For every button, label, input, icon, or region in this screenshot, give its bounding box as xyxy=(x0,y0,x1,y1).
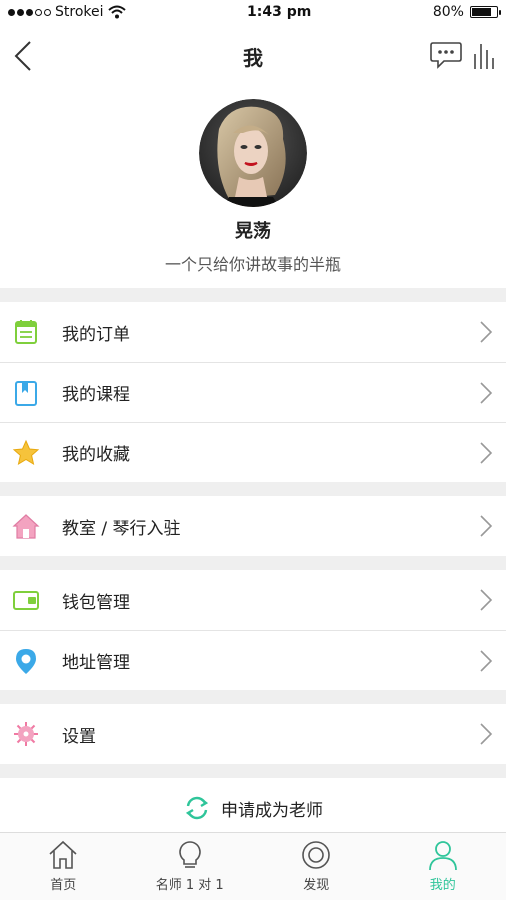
menu-label-settings: 设置 xyxy=(62,726,96,747)
location-pin-icon xyxy=(16,648,36,674)
back-icon[interactable] xyxy=(10,38,40,74)
profile-bio: 一个只给你讲故事的半瓶 xyxy=(164,255,341,274)
target-icon xyxy=(302,841,331,869)
menu-item-address[interactable]: 地址管理 xyxy=(0,630,506,690)
calendar-icon xyxy=(15,320,37,344)
section-divider xyxy=(0,764,506,778)
battery-icon xyxy=(469,6,501,18)
nav-bar: 我 xyxy=(0,24,506,88)
chevron-right-icon xyxy=(480,381,493,404)
menu-label-address: 地址管理 xyxy=(62,653,130,673)
tab-discover[interactable]: 发现 xyxy=(253,833,380,900)
chevron-right-icon xyxy=(480,589,493,611)
menu-item-settings[interactable]: 设置 xyxy=(0,704,506,764)
chevron-right-icon xyxy=(480,649,493,672)
tab-bar: 首页 名师 1 对 1 发现 我的 xyxy=(0,832,506,900)
wallet-icon xyxy=(13,591,39,610)
tab-mine[interactable]: 我的 xyxy=(380,833,506,900)
menu-item-wallet[interactable]: 钱包管理 xyxy=(0,570,506,630)
section-divider xyxy=(0,690,506,704)
section-divider xyxy=(0,556,506,570)
status-bar: Strokei 1:43 pm 80% xyxy=(0,0,506,24)
home-icon xyxy=(49,840,77,869)
status-left: Strokei xyxy=(8,4,126,20)
status-time: 1:43 pm xyxy=(247,4,312,20)
bookmark-book-icon xyxy=(15,380,37,406)
house-icon xyxy=(12,514,40,539)
battery-percent: 80% xyxy=(432,4,464,20)
menu-group-orders: 我的订单 我的课程 我的收藏 xyxy=(0,302,506,482)
bars-icon[interactable] xyxy=(472,40,496,70)
apply-teacher-button[interactable]: 申请成为老师 xyxy=(0,778,506,838)
avatar[interactable] xyxy=(199,99,307,207)
status-right: 80% xyxy=(432,4,501,20)
menu-label-studio: 教室 / 琴行入驻 xyxy=(62,518,181,539)
carrier-name: Strokei xyxy=(55,4,104,20)
signal-icon xyxy=(8,8,51,16)
tab-home[interactable]: 首页 xyxy=(0,833,127,900)
section-divider xyxy=(0,482,506,496)
menu-label-wallet: 钱包管理 xyxy=(62,592,130,613)
tab-label-home: 首页 xyxy=(50,878,77,893)
tab-label-teacher: 名师 1 对 1 xyxy=(155,878,224,893)
chat-bubble-icon[interactable] xyxy=(430,41,462,69)
menu-label-orders: 我的订单 xyxy=(62,324,130,345)
person-icon xyxy=(428,841,457,871)
chevron-right-icon xyxy=(480,321,493,343)
refresh-icon xyxy=(185,796,209,820)
menu-group-wallet: 钱包管理 地址管理 xyxy=(0,570,506,690)
tab-label-discover: 发现 xyxy=(303,878,330,893)
page-title: 我 xyxy=(243,45,263,70)
menu-item-favorites[interactable]: 我的收藏 xyxy=(0,422,506,482)
section-divider xyxy=(0,288,506,302)
menu-item-courses[interactable]: 我的课程 xyxy=(0,362,506,422)
lightbulb-icon xyxy=(178,841,201,868)
tab-label-mine: 我的 xyxy=(429,878,456,893)
nav-actions xyxy=(430,40,496,70)
apply-teacher-label: 申请成为老师 xyxy=(221,800,323,821)
gear-icon xyxy=(14,722,38,746)
menu-item-studio[interactable]: 教室 / 琴行入驻 xyxy=(0,496,506,556)
menu-item-orders[interactable]: 我的订单 xyxy=(0,302,506,362)
menu-label-courses: 我的课程 xyxy=(62,385,130,405)
chevron-right-icon xyxy=(480,441,493,464)
menu-group-studio: 教室 / 琴行入驻 xyxy=(0,496,506,556)
profile-name: 晃荡 xyxy=(235,221,271,242)
chevron-right-icon xyxy=(480,515,493,537)
menu-group-settings: 设置 xyxy=(0,704,506,764)
profile-section: 晃荡 一个只给你讲故事的半瓶 xyxy=(0,88,506,288)
menu-label-favorites: 我的收藏 xyxy=(62,445,130,465)
tab-teacher[interactable]: 名师 1 对 1 xyxy=(127,833,254,900)
star-icon xyxy=(12,439,40,465)
chevron-right-icon xyxy=(480,723,493,745)
wifi-icon xyxy=(107,5,126,19)
